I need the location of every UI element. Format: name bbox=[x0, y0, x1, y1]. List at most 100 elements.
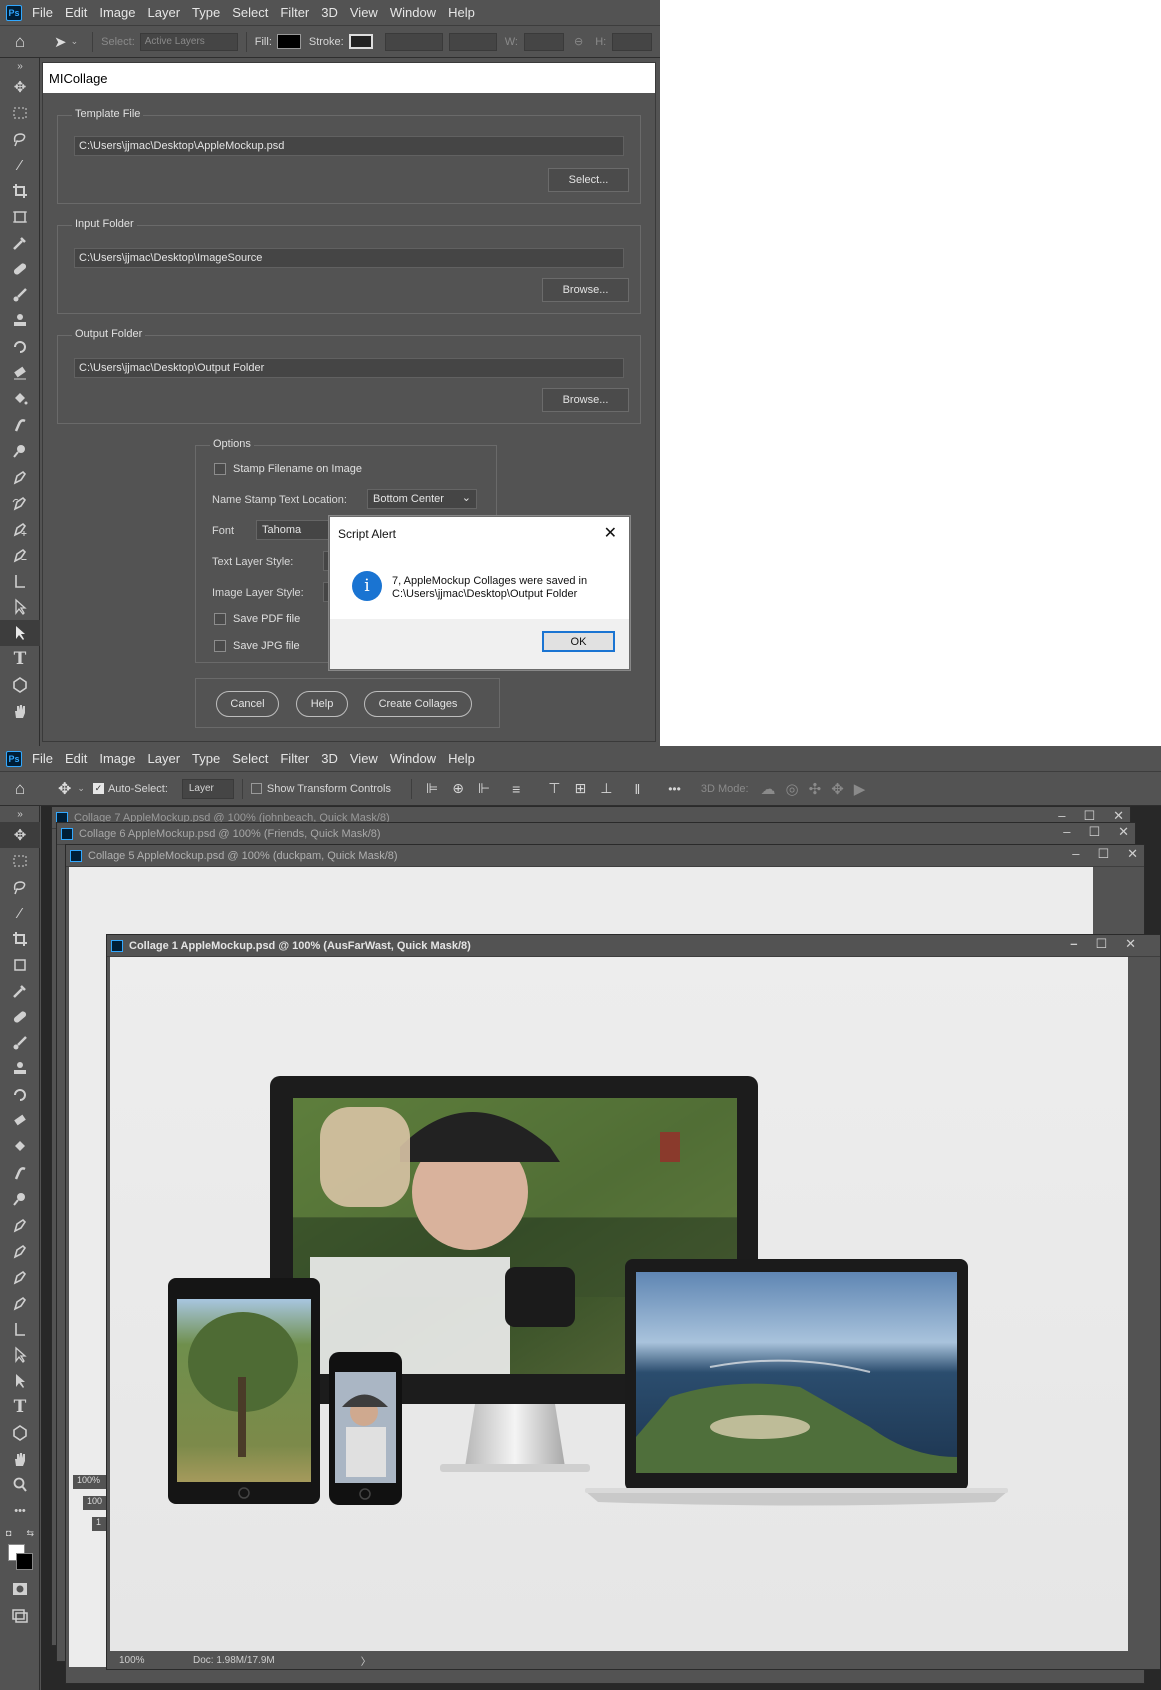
roll-3d-icon[interactable]: ◎ bbox=[786, 780, 799, 798]
distribute-icon[interactable]: ≡ bbox=[512, 781, 520, 797]
menu-help[interactable]: Help bbox=[448, 751, 475, 766]
background-color[interactable] bbox=[16, 1553, 33, 1570]
menu-layer[interactable]: Layer bbox=[148, 5, 181, 20]
paint-bucket-tool-icon[interactable] bbox=[0, 1134, 40, 1160]
collapse-icon[interactable]: » bbox=[0, 806, 40, 822]
quick-mask-icon[interactable] bbox=[0, 1576, 40, 1602]
orbit-3d-icon[interactable]: ☁ bbox=[761, 780, 776, 798]
menu-view[interactable]: View bbox=[350, 751, 378, 766]
eraser-tool-icon[interactable] bbox=[0, 1108, 40, 1134]
move-tool-icon[interactable]: ✥ bbox=[0, 74, 40, 100]
menu-type[interactable]: Type bbox=[192, 5, 220, 20]
chevron-down-icon[interactable]: ⌄ bbox=[71, 36, 79, 47]
cancel-button[interactable]: Cancel bbox=[216, 691, 279, 717]
ok-button[interactable]: OK bbox=[542, 631, 615, 652]
minimize-icon[interactable]: – bbox=[1070, 936, 1077, 952]
distribute-vertical-icon[interactable]: ‖ bbox=[634, 781, 640, 797]
zoom-tool-icon[interactable] bbox=[0, 1472, 40, 1498]
document-canvas[interactable] bbox=[110, 957, 1128, 1653]
save-pdf-checkbox[interactable]: Save PDF file bbox=[214, 613, 300, 625]
menu-filter[interactable]: Filter bbox=[280, 5, 309, 20]
close-icon[interactable]: ✕ bbox=[1118, 824, 1129, 840]
home-icon[interactable]: ⌂ bbox=[0, 779, 40, 799]
save-jpg-checkbox[interactable]: Save JPG file bbox=[214, 640, 300, 652]
crop-tool-icon[interactable] bbox=[0, 178, 40, 204]
browse-input-button[interactable]: Browse... bbox=[542, 278, 629, 302]
lasso-tool-icon[interactable] bbox=[0, 874, 40, 900]
width-field[interactable] bbox=[523, 32, 564, 51]
dodge-tool-icon[interactable] bbox=[0, 438, 40, 464]
document-tab[interactable]: Collage 5 AppleMockup.psd @ 100% (duckpa… bbox=[66, 845, 1144, 867]
minimize-icon[interactable]: – bbox=[1072, 846, 1079, 862]
crop-tool-icon[interactable] bbox=[0, 926, 40, 952]
stamp-tool-icon[interactable] bbox=[0, 1056, 40, 1082]
menu-file[interactable]: File bbox=[32, 5, 53, 20]
freeform-pen-tool-icon[interactable] bbox=[0, 490, 40, 516]
slide-3d-icon[interactable]: ✥ bbox=[831, 780, 844, 798]
direct-selection-tool-icon[interactable] bbox=[0, 594, 40, 620]
input-folder-field[interactable]: C:\Users\jjmac\Desktop\ImageSource bbox=[74, 248, 624, 268]
chevron-down-icon[interactable]: ⌄ bbox=[77, 783, 85, 794]
menu-type[interactable]: Type bbox=[192, 751, 220, 766]
history-brush-tool-icon[interactable] bbox=[0, 1082, 40, 1108]
direct-selection-tool-icon[interactable] bbox=[0, 1342, 40, 1368]
zoom-readout[interactable]: 100% bbox=[107, 1655, 181, 1666]
smudge-tool-icon[interactable] bbox=[0, 1160, 40, 1186]
brush-tool-icon[interactable] bbox=[0, 1030, 40, 1056]
align-top-icon[interactable]: ⊤ bbox=[548, 780, 560, 797]
hand-tool-icon[interactable] bbox=[0, 698, 40, 724]
close-icon[interactable]: ✕ bbox=[1127, 846, 1138, 862]
align-middle-icon[interactable]: ⊞ bbox=[575, 780, 587, 797]
active-document-window[interactable]: Collage 1 AppleMockup.psd @ 100% (AusFar… bbox=[106, 934, 1161, 1670]
menu-window[interactable]: Window bbox=[390, 5, 436, 20]
drag-3d-icon[interactable]: ✣ bbox=[809, 780, 822, 798]
create-collages-button[interactable]: Create Collages bbox=[364, 691, 472, 717]
hand-tool-icon[interactable] bbox=[0, 1446, 40, 1472]
align-left-icon[interactable]: ⊫ bbox=[426, 780, 438, 797]
output-folder-field[interactable]: C:\Users\jjmac\Desktop\Output Folder bbox=[74, 358, 624, 378]
align-right-icon[interactable]: ⊩ bbox=[478, 780, 490, 797]
move-tool-icon[interactable]: ✥ bbox=[0, 822, 40, 848]
layer-dropdown[interactable]: Layer bbox=[181, 778, 234, 799]
menu-layer[interactable]: Layer bbox=[148, 751, 181, 766]
eraser-tool-icon[interactable] bbox=[0, 360, 40, 386]
select-template-button[interactable]: Select... bbox=[548, 168, 629, 192]
menu-filter[interactable]: Filter bbox=[280, 751, 309, 766]
smudge-tool-icon[interactable] bbox=[0, 412, 40, 438]
more-options-icon[interactable]: ••• bbox=[668, 782, 681, 796]
move-tool-icon[interactable]: ✥ bbox=[58, 779, 71, 799]
dodge-tool-icon[interactable] bbox=[0, 1186, 40, 1212]
close-icon[interactable]: ✕ bbox=[1125, 936, 1136, 952]
menu-help[interactable]: Help bbox=[448, 5, 475, 20]
pen-tool-icon[interactable] bbox=[0, 464, 40, 490]
frame-tool-icon[interactable] bbox=[0, 204, 40, 230]
shape-tool-icon[interactable] bbox=[0, 1420, 40, 1446]
align-center-icon[interactable]: ⊕ bbox=[452, 780, 464, 797]
camera-3d-icon[interactable]: ▶ bbox=[854, 780, 866, 798]
magic-wand-tool-icon[interactable]: ⁄ bbox=[0, 152, 40, 178]
help-button[interactable]: Help bbox=[296, 691, 348, 717]
collapse-icon[interactable]: » bbox=[0, 58, 40, 74]
menu-3d[interactable]: 3D bbox=[321, 5, 338, 20]
freeform-pen-tool-icon[interactable] bbox=[0, 1238, 40, 1264]
stroke-type-dropdown[interactable] bbox=[448, 32, 497, 51]
shape-tool-icon[interactable] bbox=[0, 672, 40, 698]
stamp-filename-checkbox[interactable]: Stamp Filename on Image bbox=[214, 463, 362, 475]
minimize-icon[interactable]: – bbox=[1063, 824, 1070, 840]
checkbox-box[interactable] bbox=[214, 640, 226, 652]
browse-output-button[interactable]: Browse... bbox=[542, 388, 629, 412]
checkbox-box[interactable] bbox=[214, 463, 226, 475]
pen-tool-icon[interactable] bbox=[0, 1212, 40, 1238]
marquee-tool-icon[interactable] bbox=[0, 848, 40, 874]
menu-view[interactable]: View bbox=[350, 5, 378, 20]
color-swatches[interactable] bbox=[0, 1542, 40, 1576]
add-anchor-tool-icon[interactable] bbox=[0, 516, 40, 542]
eyedropper-tool-icon[interactable] bbox=[0, 978, 40, 1004]
healing-brush-tool-icon[interactable] bbox=[0, 256, 40, 282]
marquee-tool-icon[interactable] bbox=[0, 100, 40, 126]
menu-select[interactable]: Select bbox=[232, 751, 268, 766]
delete-anchor-tool-icon[interactable] bbox=[0, 1290, 40, 1316]
select-dropdown[interactable]: Active Layers bbox=[139, 32, 238, 51]
transform-checkbox[interactable] bbox=[250, 783, 262, 794]
document-tab[interactable]: Collage 1 AppleMockup.psd @ 100% (AusFar… bbox=[107, 935, 1160, 957]
